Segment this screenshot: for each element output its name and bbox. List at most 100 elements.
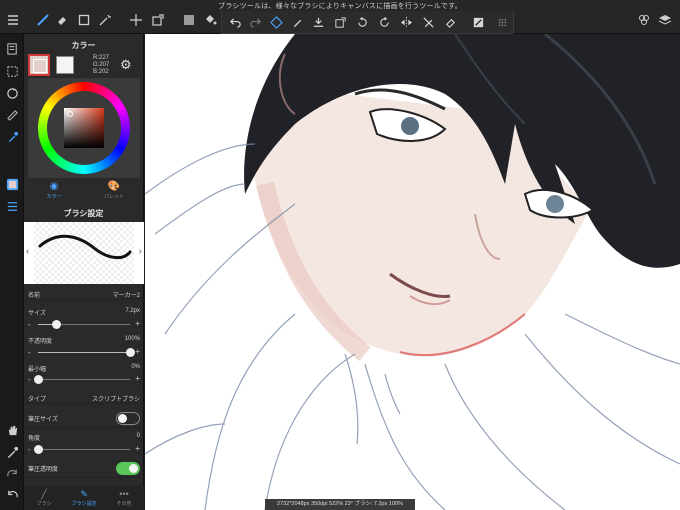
eraser-icon[interactable] (442, 14, 458, 30)
grid-icon[interactable] (494, 14, 510, 30)
brush-type-value: スクリプトブラシ (92, 397, 140, 403)
rotate-right-icon[interactable] (376, 14, 392, 30)
eyedropper-icon[interactable] (4, 129, 20, 145)
brush-name-value: マーカー2 (112, 293, 140, 299)
angle-slider[interactable]: - + (24, 443, 144, 455)
more-tab-icon: ••• (119, 489, 129, 499)
left-toolbar (0, 34, 24, 510)
min-width-slider-handle[interactable] (34, 375, 43, 384)
fill-rect-icon[interactable] (180, 11, 198, 29)
menu-icon[interactable] (4, 11, 22, 29)
angle-slider-handle[interactable] (34, 445, 43, 454)
redo-icon[interactable] (247, 14, 263, 30)
paste-icon[interactable] (310, 14, 326, 30)
no-pen-icon[interactable] (420, 14, 436, 30)
selection-rect-icon[interactable] (75, 11, 93, 29)
eraser-icon[interactable] (53, 11, 71, 29)
hue-wheel[interactable] (38, 82, 130, 174)
artwork (145, 34, 680, 510)
opacity-increase-button[interactable]: + (135, 347, 140, 356)
fill-icon[interactable] (470, 14, 486, 30)
redo-icon[interactable] (4, 465, 20, 481)
angle-decrease-button[interactable]: - (28, 445, 31, 454)
size-decrease-button[interactable]: - (28, 320, 31, 329)
brush-stroke-preview: ‹ › (24, 222, 144, 284)
pressure-size-row: 筆圧サイズ (24, 410, 144, 428)
b-value: B:202 (93, 69, 109, 75)
selection-icon[interactable] (4, 63, 20, 79)
min-width-increase-button[interactable]: + (135, 374, 140, 383)
pen-icon[interactable] (289, 14, 305, 30)
color-panel-title: カラー (71, 41, 96, 50)
angle-row: 角度 0 (28, 433, 140, 442)
bucket-icon[interactable] (201, 11, 219, 29)
tool-hint-text: ブラシツールは、様々なブラシによりキャンバスに描画を行うツールです。 (218, 3, 462, 10)
undo-icon[interactable] (227, 14, 243, 30)
brush-name-row[interactable]: 名前 マーカー2 (24, 286, 144, 300)
min-width-slider[interactable]: - + (24, 373, 144, 385)
opacity-value: 100% (124, 336, 140, 342)
pressure-opacity-row: 筆圧透明度 (24, 460, 144, 478)
brush-settings-title: ブラシ設定 (63, 209, 104, 218)
flip-icon[interactable] (398, 14, 414, 30)
opacity-slider-handle[interactable] (126, 348, 135, 357)
back-icon[interactable] (4, 486, 20, 502)
rotate-icon[interactable] (4, 85, 20, 101)
angle-increase-button[interactable]: + (135, 444, 140, 453)
tab-palette[interactable]: 🎨 パレット (84, 180, 144, 202)
min-width-decrease-button[interactable]: - (28, 375, 31, 384)
opacity-row: 不透明度 100% (28, 336, 140, 345)
color-wheel-box (28, 78, 140, 178)
tab-color[interactable]: ◉ カラー (24, 180, 84, 202)
brush-tab-icon: ╱ (41, 489, 47, 499)
magic-wand-icon[interactable] (96, 11, 114, 29)
transform-icon[interactable] (332, 14, 348, 30)
layers-list-icon[interactable] (4, 40, 20, 56)
pipette-icon[interactable] (4, 444, 20, 460)
color-tab-icon: ◉ (49, 181, 59, 192)
size-slider-handle[interactable] (52, 320, 62, 329)
pressure-size-toggle[interactable] (116, 412, 140, 425)
ruler-icon[interactable] (4, 107, 20, 123)
saturation-value-square[interactable] (64, 108, 104, 148)
tab-brush-settings[interactable]: ✎ ブラシ設定 (64, 488, 104, 507)
brush-type-row[interactable]: タイプ スクリプトブラシ (24, 390, 144, 404)
main-color-swatch[interactable] (28, 54, 50, 76)
material-icon[interactable] (635, 11, 653, 29)
opacity-slider[interactable]: - + (24, 346, 144, 358)
pressure-opacity-toggle[interactable] (116, 462, 140, 475)
hand-icon[interactable] (4, 422, 20, 438)
opacity-decrease-button[interactable]: - (28, 348, 31, 357)
gear-icon[interactable]: ⚙ (120, 57, 132, 73)
brush-icon[interactable] (34, 11, 52, 29)
size-value: 7.2px (125, 308, 140, 314)
size-row: サイズ 7.2px (28, 308, 140, 317)
min-width-row: 最小幅 0% (28, 364, 140, 373)
color-tabs: ◉ カラー 🎨 パレット (24, 180, 144, 202)
brush-settings-tab-icon: ✎ (80, 489, 88, 499)
rgb-readout: R:227 G:207 B:202 (93, 55, 109, 76)
color-layer-icon[interactable] (4, 176, 20, 192)
status-bar: 2732*2048px 350dpi 522% 23° ブラシ: 7.2px 1… (265, 499, 415, 510)
sub-color-swatch[interactable] (56, 56, 74, 74)
r-value: R:227 (93, 55, 110, 61)
tab-brush[interactable]: ╱ ブラシ (24, 488, 64, 507)
color-picker-handle[interactable] (67, 111, 73, 117)
move-icon[interactable] (127, 11, 145, 29)
angle-value: 0 (136, 433, 140, 439)
snap-icon[interactable] (268, 14, 284, 30)
layers-icon[interactable] (656, 11, 674, 29)
side-panel: カラー R:227 G:207 B:202 ⚙ ◉ カラー 🎨 パレット ブラシ… (24, 34, 144, 510)
chevron-right-icon[interactable]: › (139, 246, 142, 257)
rotate-left-icon[interactable] (354, 14, 370, 30)
canvas-quick-toolbar (221, 11, 514, 34)
transform-icon[interactable] (149, 11, 167, 29)
panel-bottom-tabs: ╱ ブラシ ✎ ブラシ設定 ••• その他 (24, 486, 144, 510)
drawing-canvas[interactable] (145, 34, 680, 510)
palette-tab-icon: 🎨 (107, 181, 121, 192)
g-value: G:207 (93, 62, 110, 68)
tab-more[interactable]: ••• その他 (104, 488, 144, 507)
size-slider[interactable]: - + (24, 318, 144, 330)
list-icon[interactable] (4, 198, 20, 214)
size-increase-button[interactable]: + (135, 319, 140, 328)
